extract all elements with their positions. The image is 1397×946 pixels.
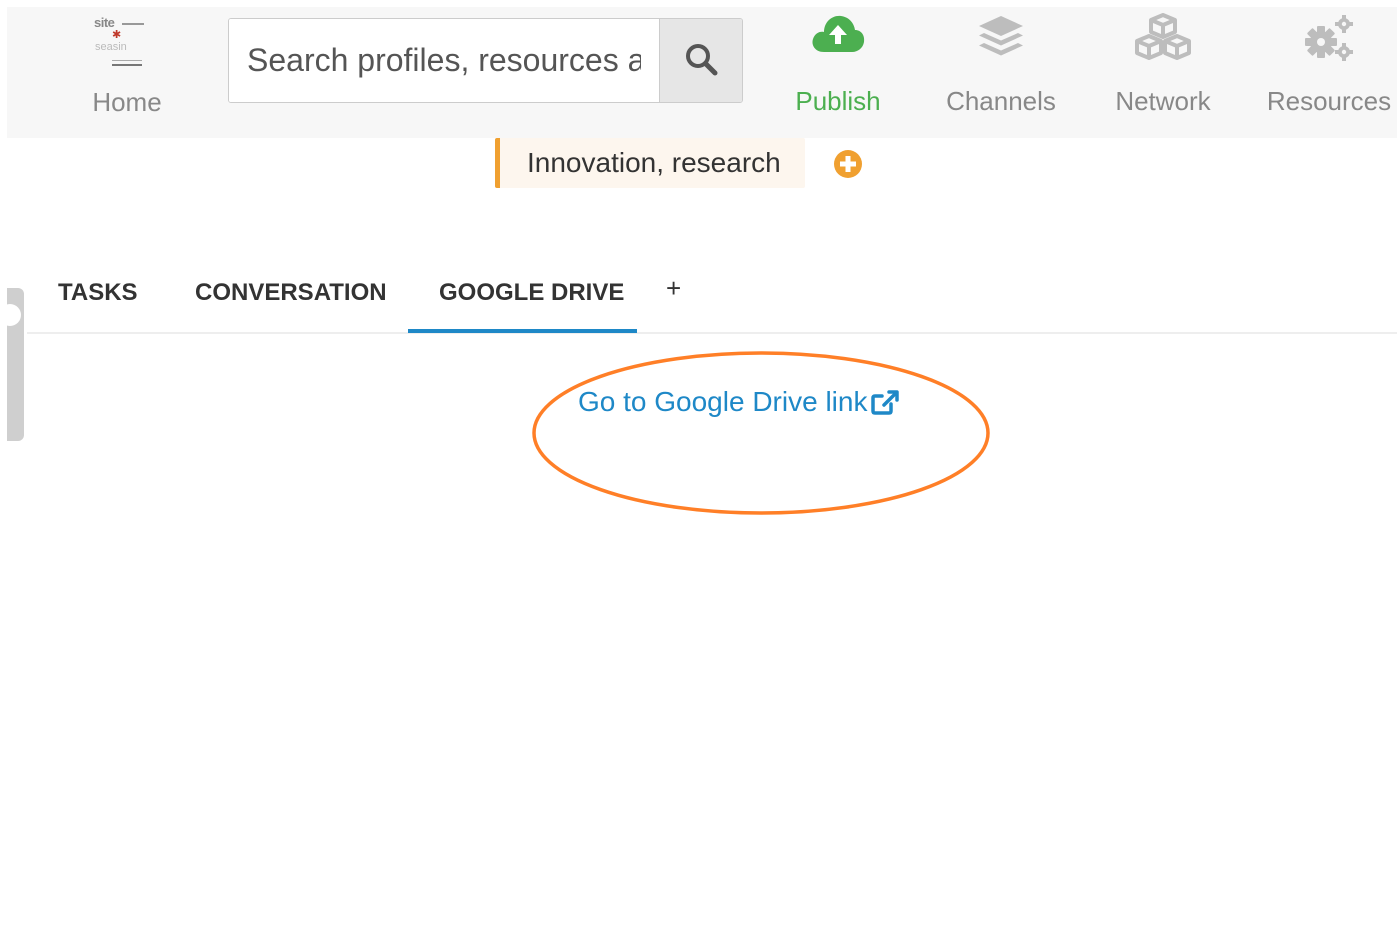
tab-google-drive-label: GOOGLE DRIVE bbox=[439, 279, 625, 306]
logo-dash bbox=[122, 23, 144, 25]
topic-tag[interactable]: Innovation, research bbox=[495, 138, 805, 188]
tab-tasks[interactable]: TASKS bbox=[58, 262, 138, 332]
logo-text-top: site bbox=[94, 15, 115, 30]
side-panel-knob bbox=[0, 304, 21, 326]
search-button[interactable] bbox=[659, 19, 742, 102]
tab-conversation[interactable]: CONVERSATION bbox=[195, 262, 387, 332]
external-link-icon[interactable] bbox=[869, 388, 901, 416]
nav-resources[interactable]: Resources bbox=[1261, 12, 1397, 122]
search-box bbox=[228, 18, 743, 103]
add-tab-label: + bbox=[666, 273, 682, 303]
tab-bar: TASKS CONVERSATION GOOGLE DRIVE + bbox=[27, 262, 1397, 334]
nav-network-label: Network bbox=[1115, 86, 1211, 116]
add-tab-button[interactable]: + bbox=[666, 262, 686, 332]
topic-tag-label: Innovation, research bbox=[527, 147, 781, 178]
nav-channels-label: Channels bbox=[946, 86, 1056, 116]
nav-publish[interactable]: Publish bbox=[783, 12, 893, 122]
home-nav-item[interactable]: site ✱ seasin Home bbox=[77, 13, 177, 118]
tab-tasks-label: TASKS bbox=[58, 279, 138, 306]
top-navigation-bar: site ✱ seasin Home Publish bbox=[7, 7, 1397, 138]
gears-icon bbox=[1305, 15, 1353, 61]
nav-resources-label: Resources bbox=[1266, 86, 1392, 116]
logo-star-icon: ✱ bbox=[112, 29, 122, 41]
nav-network[interactable]: Network bbox=[1107, 12, 1219, 122]
logo-line bbox=[112, 64, 142, 66]
logo-text-bottom: seasin bbox=[95, 41, 127, 53]
google-drive-link[interactable]: Go to Google Drive link bbox=[578, 386, 867, 418]
search-input[interactable] bbox=[229, 19, 659, 102]
logo-line bbox=[112, 60, 142, 61]
tab-conversation-label: CONVERSATION bbox=[195, 279, 387, 306]
search-icon bbox=[686, 44, 718, 76]
tab-google-drive[interactable]: GOOGLE DRIVE bbox=[408, 262, 637, 333]
side-panel-handle[interactable] bbox=[0, 288, 24, 441]
home-label: Home bbox=[92, 87, 162, 117]
add-tag-icon[interactable] bbox=[833, 149, 863, 179]
nav-channels[interactable]: Channels bbox=[939, 12, 1063, 122]
cubes-icon bbox=[1135, 13, 1191, 60]
cloud-upload-icon bbox=[812, 15, 865, 52]
annotation-ellipse bbox=[532, 351, 990, 515]
site-logo: site ✱ seasin bbox=[92, 13, 148, 73]
nav-publish-label: Publish bbox=[795, 86, 881, 116]
layers-icon bbox=[979, 16, 1023, 56]
